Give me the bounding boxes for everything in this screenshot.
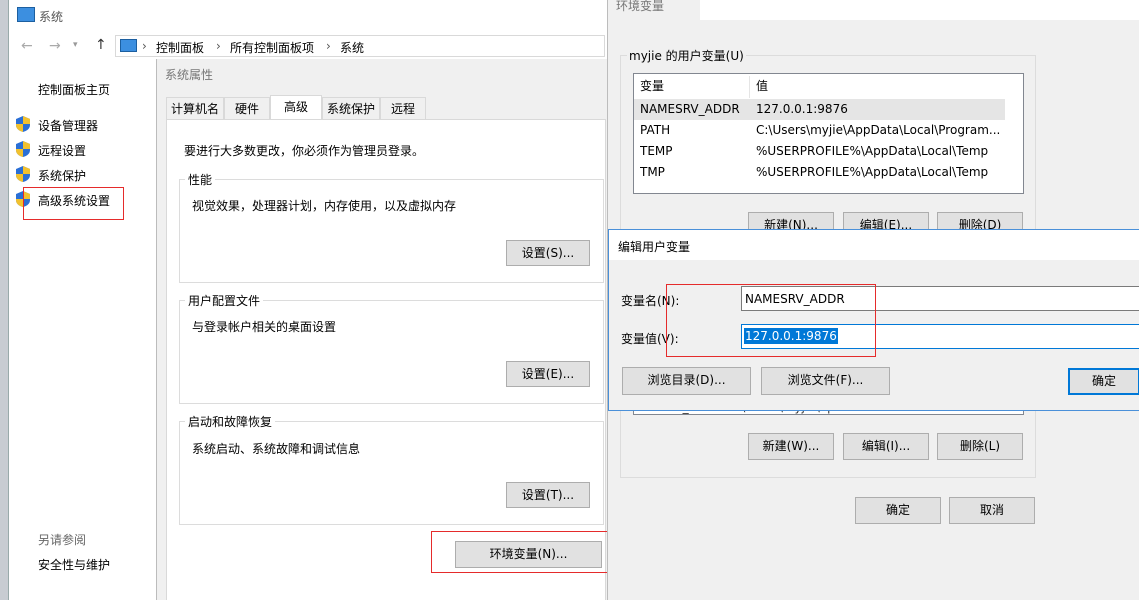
table-row[interactable]: NAMESRV_ADDR 127.0.0.1:9876 <box>634 99 1005 120</box>
tab-label: 系统保护 <box>326 102 375 116</box>
startup-desc: 系统启动、系统故障和调试信息 <box>192 442 361 456</box>
column-divider <box>749 76 750 98</box>
sidebar-item-system-protection[interactable]: 系统保护 <box>38 167 86 184</box>
user-variables-title: myjie 的用户变量(U) <box>627 47 746 64</box>
system-window-icon <box>17 7 35 22</box>
nav-up-icon[interactable]: ↑ <box>95 37 107 53</box>
user-profiles-desc: 与登录帐户相关的桌面设置 <box>192 320 337 334</box>
table-row[interactable]: PATH C:\Users\myjie\AppData\Local\Progra… <box>634 120 1023 141</box>
shield-icon <box>16 166 30 182</box>
row-variable-value: C:\Users\myjie\AppData\Local\Program... <box>756 123 1001 137</box>
tab-label: 高级 <box>283 100 308 114</box>
shield-icon <box>16 141 30 157</box>
user-profiles-group <box>179 300 604 404</box>
system-window-title: 系统 <box>39 10 64 24</box>
env-top-white-strip <box>700 0 1139 20</box>
address-bar[interactable]: › 控制面板 › 所有控制面板项 › 系统 <box>115 35 605 57</box>
edit-ok-button[interactable]: 确定 <box>1068 368 1139 395</box>
table-row[interactable]: TMP %USERPROFILE%\AppData\Local\Temp <box>634 162 1023 183</box>
row-variable-name: TMP <box>640 165 665 179</box>
row-variable-name: NAMESRV_ADDR <box>640 102 740 116</box>
performance-title: 性能 <box>185 171 216 188</box>
column-header-value[interactable]: 值 <box>756 76 768 97</box>
highlight-box-variable-fields <box>666 284 876 357</box>
performance-settings-button[interactable]: 设置(S)... <box>506 240 590 266</box>
computer-icon <box>120 39 137 52</box>
sidebar-home-link[interactable]: 控制面板主页 <box>38 81 110 98</box>
user-profiles-title: 用户配置文件 <box>185 292 264 309</box>
sidebar-item-device-manager[interactable]: 设备管理器 <box>38 117 98 134</box>
row-variable-name: TEMP <box>640 144 673 158</box>
nav-forward-icon[interactable]: → <box>49 38 61 54</box>
advanced-tab-page: 要进行大多数更改，你必须作为管理员登录。 性能 视觉效果，处理器计划，内存使用，… <box>166 119 606 600</box>
env-cancel-button[interactable]: 取消 <box>949 497 1035 524</box>
table-row[interactable]: TEMP %USERPROFILE%\AppData\Local\Temp <box>634 141 1023 162</box>
env-dialog-title: 环境变量 <box>616 0 665 13</box>
nav-back-icon[interactable]: ← <box>21 38 33 54</box>
see-also-title: 另请参阅 <box>38 533 87 547</box>
browse-file-button[interactable]: 浏览文件(F)... <box>761 367 890 395</box>
tab-label: 计算机名 <box>170 102 219 116</box>
breadcrumb-separator-icon: › <box>216 39 221 53</box>
edit-dialog-title-bar: 编辑用户变量 <box>609 230 1139 260</box>
user-profiles-settings-button[interactable]: 设置(E)... <box>506 361 590 387</box>
edit-dialog-title: 编辑用户变量 <box>618 240 691 254</box>
row-variable-name: PATH <box>640 123 671 137</box>
breadcrumb-separator-icon: › <box>326 39 331 53</box>
edit-user-variable-dialog: 编辑用户变量 变量名(N): NAMESRV_ADDR 变量值(V): 127.… <box>608 229 1139 411</box>
tab-hardware[interactable]: 硬件 <box>224 97 270 119</box>
breadcrumb-item-all-items[interactable]: 所有控制面板项 <box>230 39 314 56</box>
breadcrumb-item-system[interactable]: 系统 <box>340 39 364 56</box>
startup-settings-button[interactable]: 设置(T)... <box>506 482 590 508</box>
system-title-bar: 系统 <box>9 0 609 32</box>
highlight-box-env-button <box>431 531 610 573</box>
admin-note: 要进行大多数更改，你必须作为管理员登录。 <box>184 144 425 158</box>
see-also-security-link[interactable]: 安全性与维护 <box>38 556 110 573</box>
env-ok-button[interactable]: 确定 <box>855 497 941 524</box>
shield-icon <box>16 116 30 132</box>
breadcrumb-separator-icon: › <box>142 39 147 53</box>
column-header-variable[interactable]: 变量 <box>640 76 664 97</box>
performance-desc: 视觉效果，处理器计划，内存使用，以及虚拟内存 <box>192 199 457 213</box>
tab-advanced[interactable]: 高级 <box>270 95 322 120</box>
system-new-button[interactable]: 新建(W)... <box>748 433 834 460</box>
system-properties-title: 系统属性 <box>165 68 214 82</box>
startup-group <box>179 421 604 525</box>
row-variable-value: %USERPROFILE%\AppData\Local\Temp <box>756 165 989 179</box>
breadcrumb-item-control-panel[interactable]: 控制面板 <box>156 39 204 56</box>
system-edit-button[interactable]: 编辑(I)... <box>843 433 929 460</box>
row-variable-value: %USERPROFILE%\AppData\Local\Temp <box>756 144 989 158</box>
system-delete-button[interactable]: 删除(L) <box>937 433 1023 460</box>
tab-label: 硬件 <box>234 102 259 116</box>
table-header: 变量 值 <box>634 76 1023 98</box>
row-variable-value: 127.0.0.1:9876 <box>756 102 848 116</box>
tab-system-protection[interactable]: 系统保护 <box>322 97 380 119</box>
browse-directory-button[interactable]: 浏览目录(D)... <box>622 367 751 395</box>
chevron-down-icon[interactable]: ▾ <box>73 40 78 50</box>
performance-group <box>179 179 604 283</box>
tab-label: 远程 <box>390 102 415 116</box>
tab-computer-name[interactable]: 计算机名 <box>166 97 224 119</box>
highlight-box-advanced-settings <box>23 187 124 220</box>
sidebar-item-remote-settings[interactable]: 远程设置 <box>38 142 86 159</box>
user-variables-table[interactable]: 变量 值 NAMESRV_ADDR 127.0.0.1:9876 PATH C:… <box>633 73 1024 194</box>
tab-remote[interactable]: 远程 <box>380 97 426 119</box>
startup-title: 启动和故障恢复 <box>185 413 276 430</box>
